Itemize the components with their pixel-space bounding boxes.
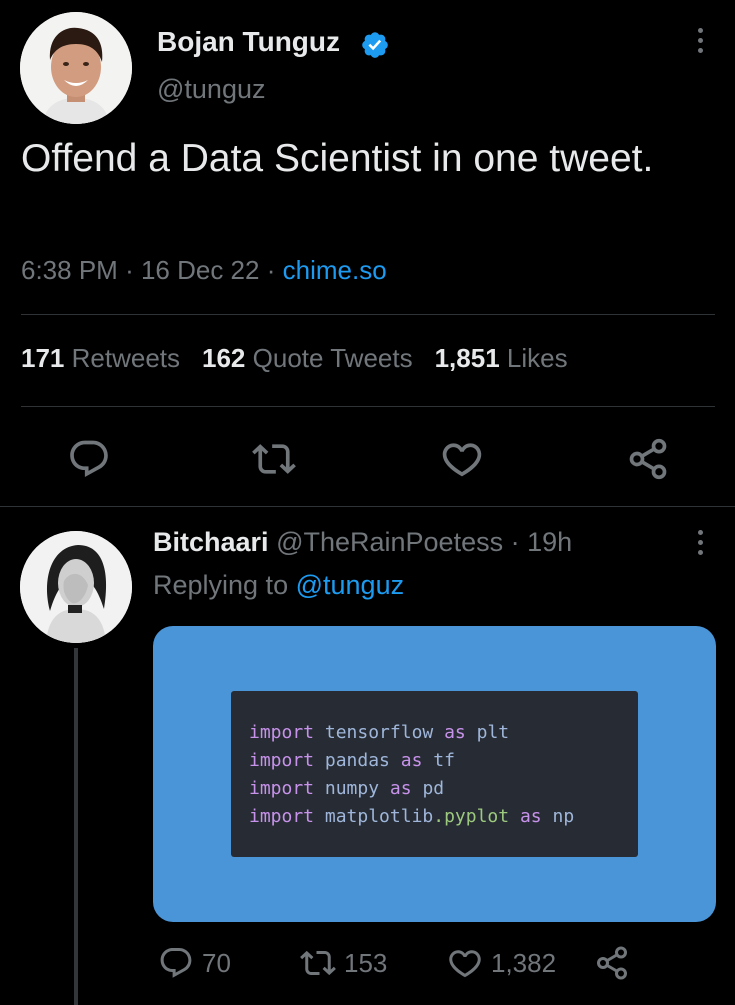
share-icon: [597, 946, 627, 980]
more-dots-icon[interactable]: [690, 28, 710, 60]
author-avatar-image: [20, 12, 132, 124]
divider: [0, 506, 735, 507]
code-line: import numpy as pd: [249, 778, 445, 799]
meta-separator: ·: [503, 527, 528, 557]
retweet-count: 153: [344, 947, 388, 978]
likes-count: 1,851: [434, 343, 500, 373]
likes-stat[interactable]: 1,851 Likes: [435, 343, 568, 373]
retweets-stat[interactable]: 171 Retweets: [21, 343, 180, 373]
reply-reply-button[interactable]: 70: [158, 945, 231, 985]
divider: [21, 314, 715, 315]
divider: [21, 406, 715, 407]
reply-bubble-icon: [160, 948, 192, 978]
author-avatar[interactable]: [20, 12, 132, 124]
reply-age[interactable]: 19h: [527, 527, 572, 557]
code-line: import matplotlib.pyplot as np: [249, 806, 575, 827]
quote-tweets-stat[interactable]: 162 Quote Tweets: [202, 343, 413, 373]
reply-author-avatar[interactable]: [20, 531, 132, 643]
share-button[interactable]: [626, 437, 670, 481]
reply-count: 70: [202, 947, 231, 978]
share-icon: [629, 438, 667, 480]
quotes-label: Quote Tweets: [252, 343, 413, 373]
tweet-source-link[interactable]: chime.so: [283, 255, 387, 285]
like-count: 1,382: [491, 947, 557, 978]
tweet-text: Offend a Data Scientist in one tweet.: [21, 137, 654, 180]
code-line: import tensorflow as plt: [249, 722, 510, 743]
heart-icon: [442, 443, 482, 477]
meta-separator: ·: [125, 255, 141, 285]
tweet-date[interactable]: 16 Dec 22: [141, 255, 260, 285]
reply-avatar-image: [20, 531, 132, 643]
more-dots-icon[interactable]: [690, 530, 710, 562]
reply-button[interactable]: [67, 437, 111, 481]
retweet-icon: [252, 444, 296, 474]
like-button[interactable]: [440, 437, 484, 481]
retweet-icon: [300, 950, 336, 976]
code-line: import pandas as tf: [249, 750, 455, 771]
verified-badge-icon: [362, 32, 388, 58]
retweet-button[interactable]: [252, 437, 296, 481]
reply-share-button[interactable]: [594, 945, 630, 985]
tweet-time[interactable]: 6:38 PM: [21, 255, 118, 285]
reply-author-handle[interactable]: @TheRainPoetess: [276, 527, 503, 557]
tweet-meta: 6:38 PM · 16 Dec 22 · chime.so: [21, 255, 387, 286]
reply-header: Bitchaari @TheRainPoetess · 19h: [153, 527, 572, 558]
meta-separator: ·: [266, 255, 283, 285]
thread-line: [74, 648, 78, 1005]
replying-handle[interactable]: @tunguz: [296, 570, 404, 600]
likes-label: Likes: [506, 343, 568, 373]
reply-author-name[interactable]: Bitchaari: [153, 527, 269, 557]
reply-retweet-button[interactable]: 153: [300, 945, 387, 985]
author-handle[interactable]: @tunguz: [157, 74, 265, 105]
code-snippet: import tensorflow as plt import pandas a…: [231, 691, 638, 857]
reply-bubble-icon: [70, 440, 108, 478]
engagement-stats: 171 Retweets 162 Quote Tweets 1,851 Likes: [21, 343, 568, 374]
author-name[interactable]: Bojan Tunguz: [157, 26, 340, 58]
quotes-count: 162: [202, 343, 246, 373]
replying-to: Replying to @tunguz: [153, 570, 404, 601]
reply-like-button[interactable]: 1,382: [447, 945, 556, 985]
replying-label: Replying to: [153, 570, 289, 600]
heart-icon: [449, 950, 481, 978]
retweets-count: 171: [21, 343, 65, 373]
retweets-label: Retweets: [71, 343, 181, 373]
reply-media-image[interactable]: import tensorflow as plt import pandas a…: [153, 626, 716, 922]
